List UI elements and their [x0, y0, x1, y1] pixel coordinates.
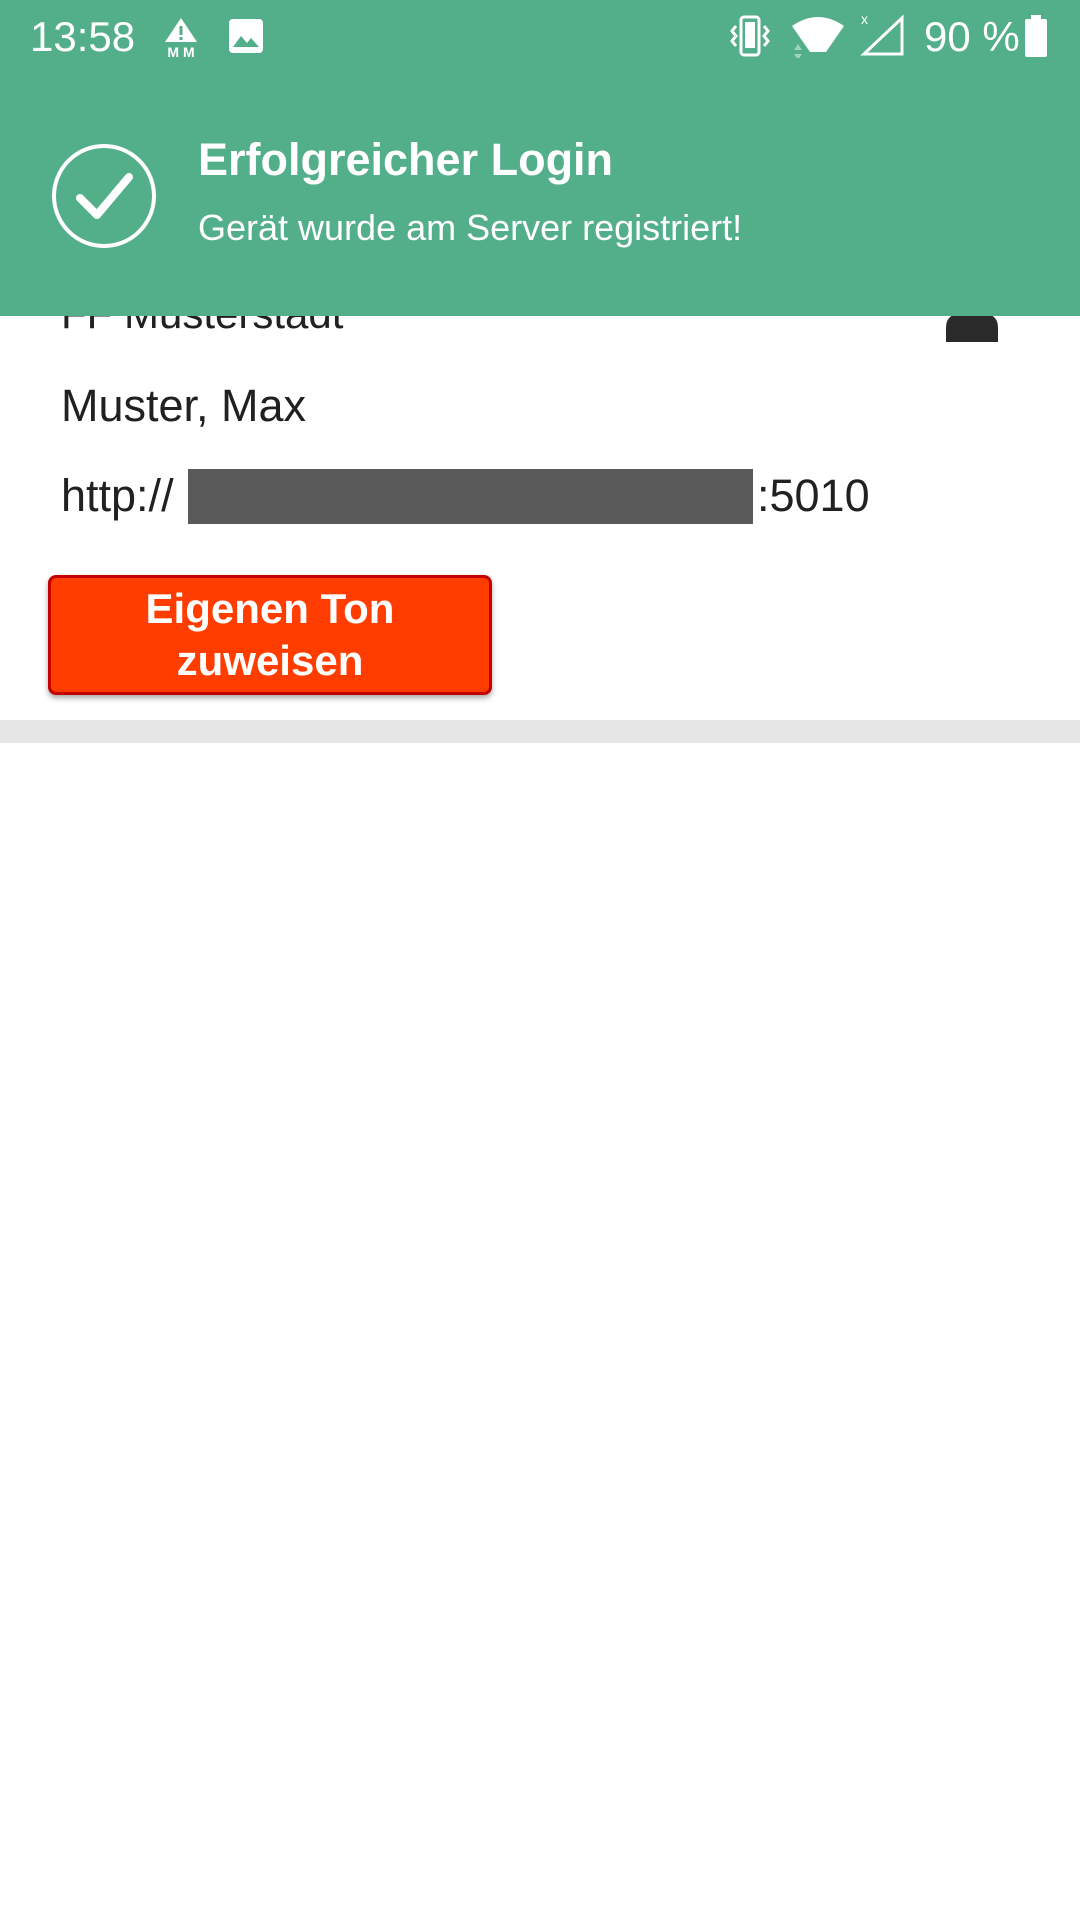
- alert-mm-icon: M M: [165, 18, 197, 58]
- battery-percent: 90 %: [924, 13, 1020, 60]
- svg-text:x: x: [861, 11, 868, 27]
- toast-message: Gerät wurde am Server registriert!: [198, 207, 743, 248]
- toast-title: Erfolgreicher Login: [198, 134, 614, 185]
- status-bar: 13:58 M M x 90 %: [0, 0, 1080, 75]
- battery-icon: [1025, 15, 1047, 57]
- vibrate-icon: [730, 15, 770, 57]
- signal-no-service-icon: x: [860, 11, 904, 56]
- status-time: 13:58: [30, 13, 136, 60]
- image-icon: [229, 19, 263, 53]
- wifi-icon: [792, 17, 844, 58]
- user-name: Muster, Max: [61, 380, 307, 431]
- login-success-banner[interactable]: 13:58 M M x 90 % Erfolgreicher Login Ger…: [0, 0, 1080, 316]
- server-url-prefix: http://: [61, 470, 174, 521]
- redacted-host: [188, 469, 753, 524]
- server-url-port: :5010: [757, 470, 870, 521]
- assign-tone-button[interactable]: Eigenen Ton zuweisen: [48, 575, 492, 695]
- check-circle-icon: [52, 144, 156, 248]
- svg-text:M M: M M: [167, 44, 194, 58]
- section-divider: [0, 720, 1080, 743]
